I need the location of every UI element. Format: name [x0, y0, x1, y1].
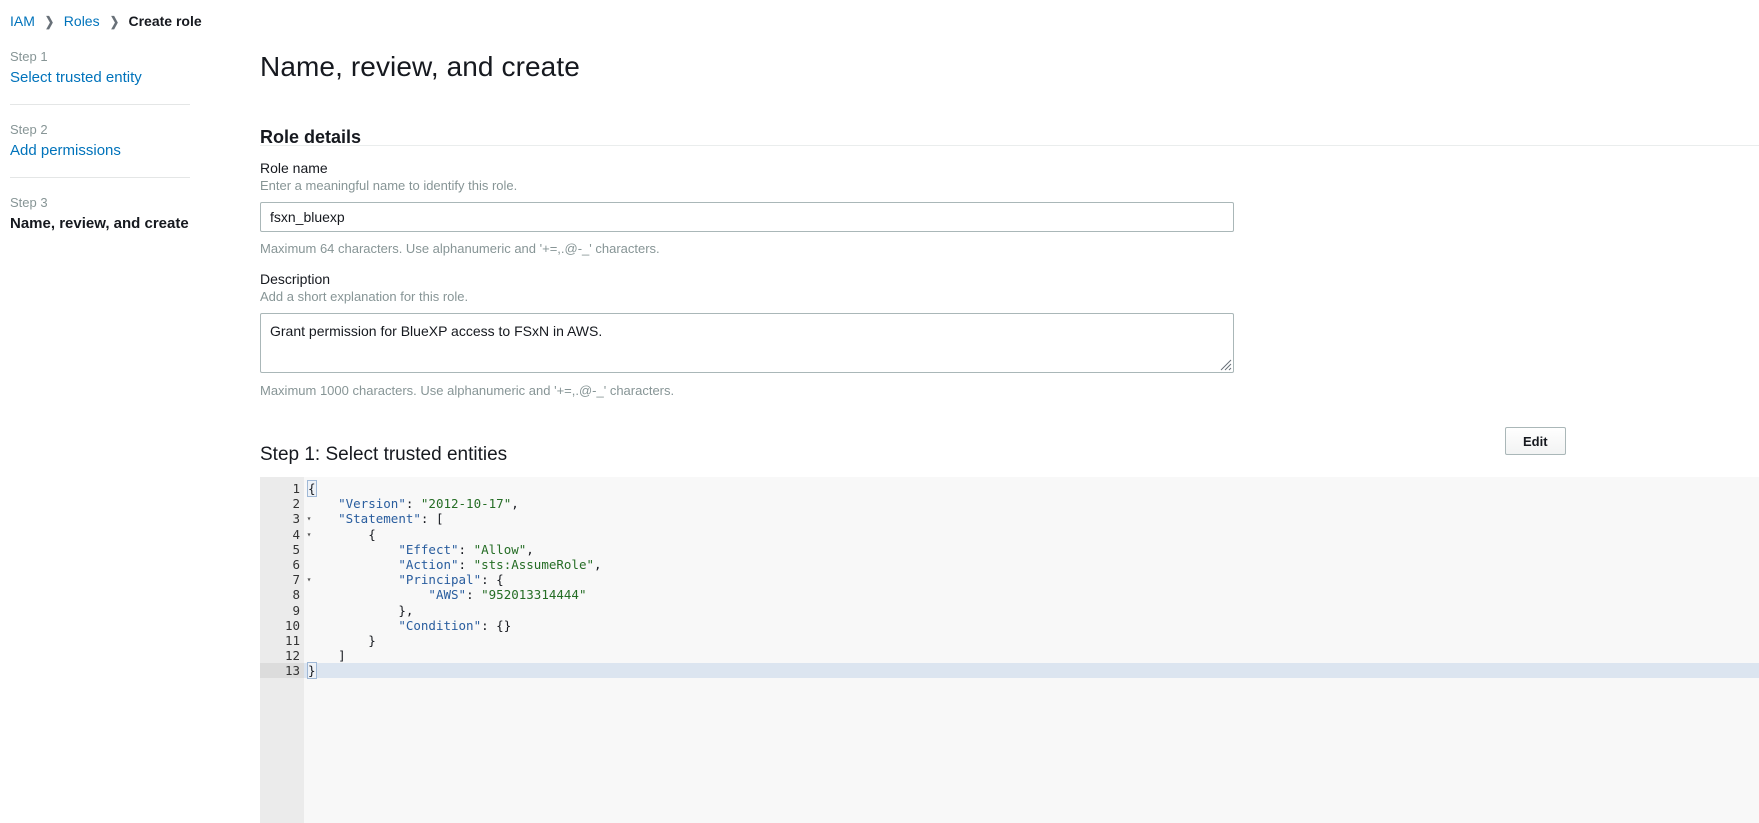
breadcrumb-separator-icon: ❯	[45, 15, 54, 28]
json-key: "AWS"	[428, 587, 466, 602]
json-punctuation: :	[406, 496, 421, 511]
json-punctuation: :	[421, 511, 436, 526]
role-name-field-group: Role name Enter a meaningful name to ide…	[260, 159, 1234, 258]
wizard-step-sidebar: Step 1 Select trusted entity Step 2 Add …	[0, 48, 210, 234]
description-field-group: Description Add a short explanation for …	[260, 270, 1234, 400]
edit-trusted-entities-button[interactable]: Edit	[1505, 427, 1566, 455]
main-content: Name, review, and create Role details Ro…	[260, 0, 1759, 823]
breadcrumb: IAM ❯ Roles ❯ Create role	[10, 11, 202, 31]
breadcrumb-item-roles[interactable]: Roles	[64, 13, 100, 29]
editor-code-line[interactable]: "Action": "sts:AssumeRole",	[304, 557, 1759, 572]
json-brace: {}	[496, 618, 511, 633]
json-punctuation: ,	[526, 542, 534, 557]
json-punctuation: :	[466, 587, 481, 602]
json-punctuation: :	[459, 557, 474, 572]
json-brace: {	[308, 481, 316, 496]
json-key: "Condition"	[398, 618, 481, 633]
json-brace: }	[368, 633, 376, 648]
editor-line-number-gutter: 1▾23▾4▾567▾8910111213	[260, 477, 304, 823]
editor-line-number: 12	[260, 648, 304, 663]
editor-code-line[interactable]: "Version": "2012-10-17",	[304, 496, 1759, 511]
section-divider	[260, 145, 1759, 146]
editor-line-number: 10	[260, 618, 304, 633]
editor-line-number: 5	[260, 542, 304, 557]
sidebar-step-label: Step 2	[10, 121, 200, 139]
editor-code-line[interactable]: "Effect": "Allow",	[304, 542, 1759, 557]
editor-line-number: 7▾	[260, 572, 304, 587]
editor-line-number: 11	[260, 633, 304, 648]
editor-code-line[interactable]: {	[304, 527, 1759, 542]
editor-code-area[interactable]: { "Version": "2012-10-17", "Statement": …	[304, 477, 1759, 823]
step1-review-heading: Step 1: Select trusted entities	[260, 444, 507, 466]
json-key: "Version"	[338, 496, 406, 511]
json-key: "Action"	[398, 557, 458, 572]
editor-line-number: 13	[260, 663, 304, 678]
breadcrumb-item-create-role: Create role	[129, 13, 202, 29]
editor-line-number: 2	[260, 496, 304, 511]
json-punctuation: :	[459, 542, 474, 557]
json-string-value: "sts:AssumeRole"	[474, 557, 594, 572]
json-key: "Effect"	[398, 542, 458, 557]
description-hint: Maximum 1000 characters. Use alphanumeri…	[260, 382, 1234, 400]
sidebar-step-label: Step 1	[10, 48, 200, 66]
editor-code-line[interactable]: {	[304, 481, 1759, 496]
editor-code-line[interactable]: "AWS": "952013314444"	[304, 587, 1759, 602]
json-punctuation: ,	[406, 603, 414, 618]
sidebar-divider	[10, 104, 190, 105]
editor-code-line[interactable]: }	[304, 663, 1759, 678]
json-string-value: "Allow"	[474, 542, 527, 557]
role-name-input[interactable]	[260, 202, 1234, 232]
description-textarea[interactable]	[260, 313, 1234, 373]
sidebar-step-label: Step 3	[10, 194, 200, 212]
json-punctuation: :	[481, 572, 496, 587]
sidebar-item-name-review-create: Step 3 Name, review, and create	[0, 194, 210, 234]
editor-line-number: 8	[260, 587, 304, 602]
json-brace: }	[398, 603, 406, 618]
page-title: Name, review, and create	[260, 51, 580, 83]
editor-line-number: 6	[260, 557, 304, 572]
editor-line-number: 1▾	[260, 481, 304, 496]
sidebar-step-title[interactable]: Add permissions	[10, 141, 200, 161]
json-brace: {	[496, 572, 504, 587]
sidebar-step-title[interactable]: Select trusted entity	[10, 68, 200, 88]
breadcrumb-separator-icon: ❯	[109, 15, 118, 28]
role-name-hint: Maximum 64 characters. Use alphanumeric …	[260, 240, 1234, 258]
editor-code-line[interactable]: "Principal": {	[304, 572, 1759, 587]
role-name-label: Role name	[260, 159, 1234, 177]
editor-line-number: 4▾	[260, 527, 304, 542]
json-key: "Principal"	[398, 572, 481, 587]
json-punctuation: ,	[594, 557, 602, 572]
trust-policy-code-editor[interactable]: 1▾23▾4▾567▾8910111213 { "Version": "2012…	[260, 477, 1759, 823]
sidebar-divider	[10, 177, 190, 178]
json-string-value: "952013314444"	[481, 587, 586, 602]
sidebar-item-select-trusted-entity[interactable]: Step 1 Select trusted entity	[0, 48, 210, 88]
json-brace: ]	[338, 648, 346, 663]
role-name-description: Enter a meaningful name to identify this…	[260, 177, 1234, 195]
json-key: "Statement"	[338, 511, 421, 526]
json-punctuation: :	[481, 618, 496, 633]
description-description: Add a short explanation for this role.	[260, 288, 1234, 306]
editor-line-number: 3▾	[260, 511, 304, 526]
editor-line-number: 9	[260, 603, 304, 618]
editor-code-line[interactable]: "Statement": [	[304, 511, 1759, 526]
description-label: Description	[260, 270, 1234, 288]
editor-code-line[interactable]: }	[304, 633, 1759, 648]
sidebar-item-add-permissions[interactable]: Step 2 Add permissions	[0, 121, 210, 161]
editor-code-line[interactable]: "Condition": {}	[304, 618, 1759, 633]
json-string-value: "2012-10-17"	[421, 496, 511, 511]
editor-code-line[interactable]: },	[304, 603, 1759, 618]
breadcrumb-item-iam[interactable]: IAM	[10, 13, 35, 29]
json-brace: [	[436, 511, 444, 526]
json-brace: }	[308, 663, 316, 678]
json-punctuation: ,	[511, 496, 519, 511]
sidebar-step-title: Name, review, and create	[10, 214, 200, 234]
editor-code-line[interactable]: ]	[304, 648, 1759, 663]
json-brace: {	[368, 527, 376, 542]
